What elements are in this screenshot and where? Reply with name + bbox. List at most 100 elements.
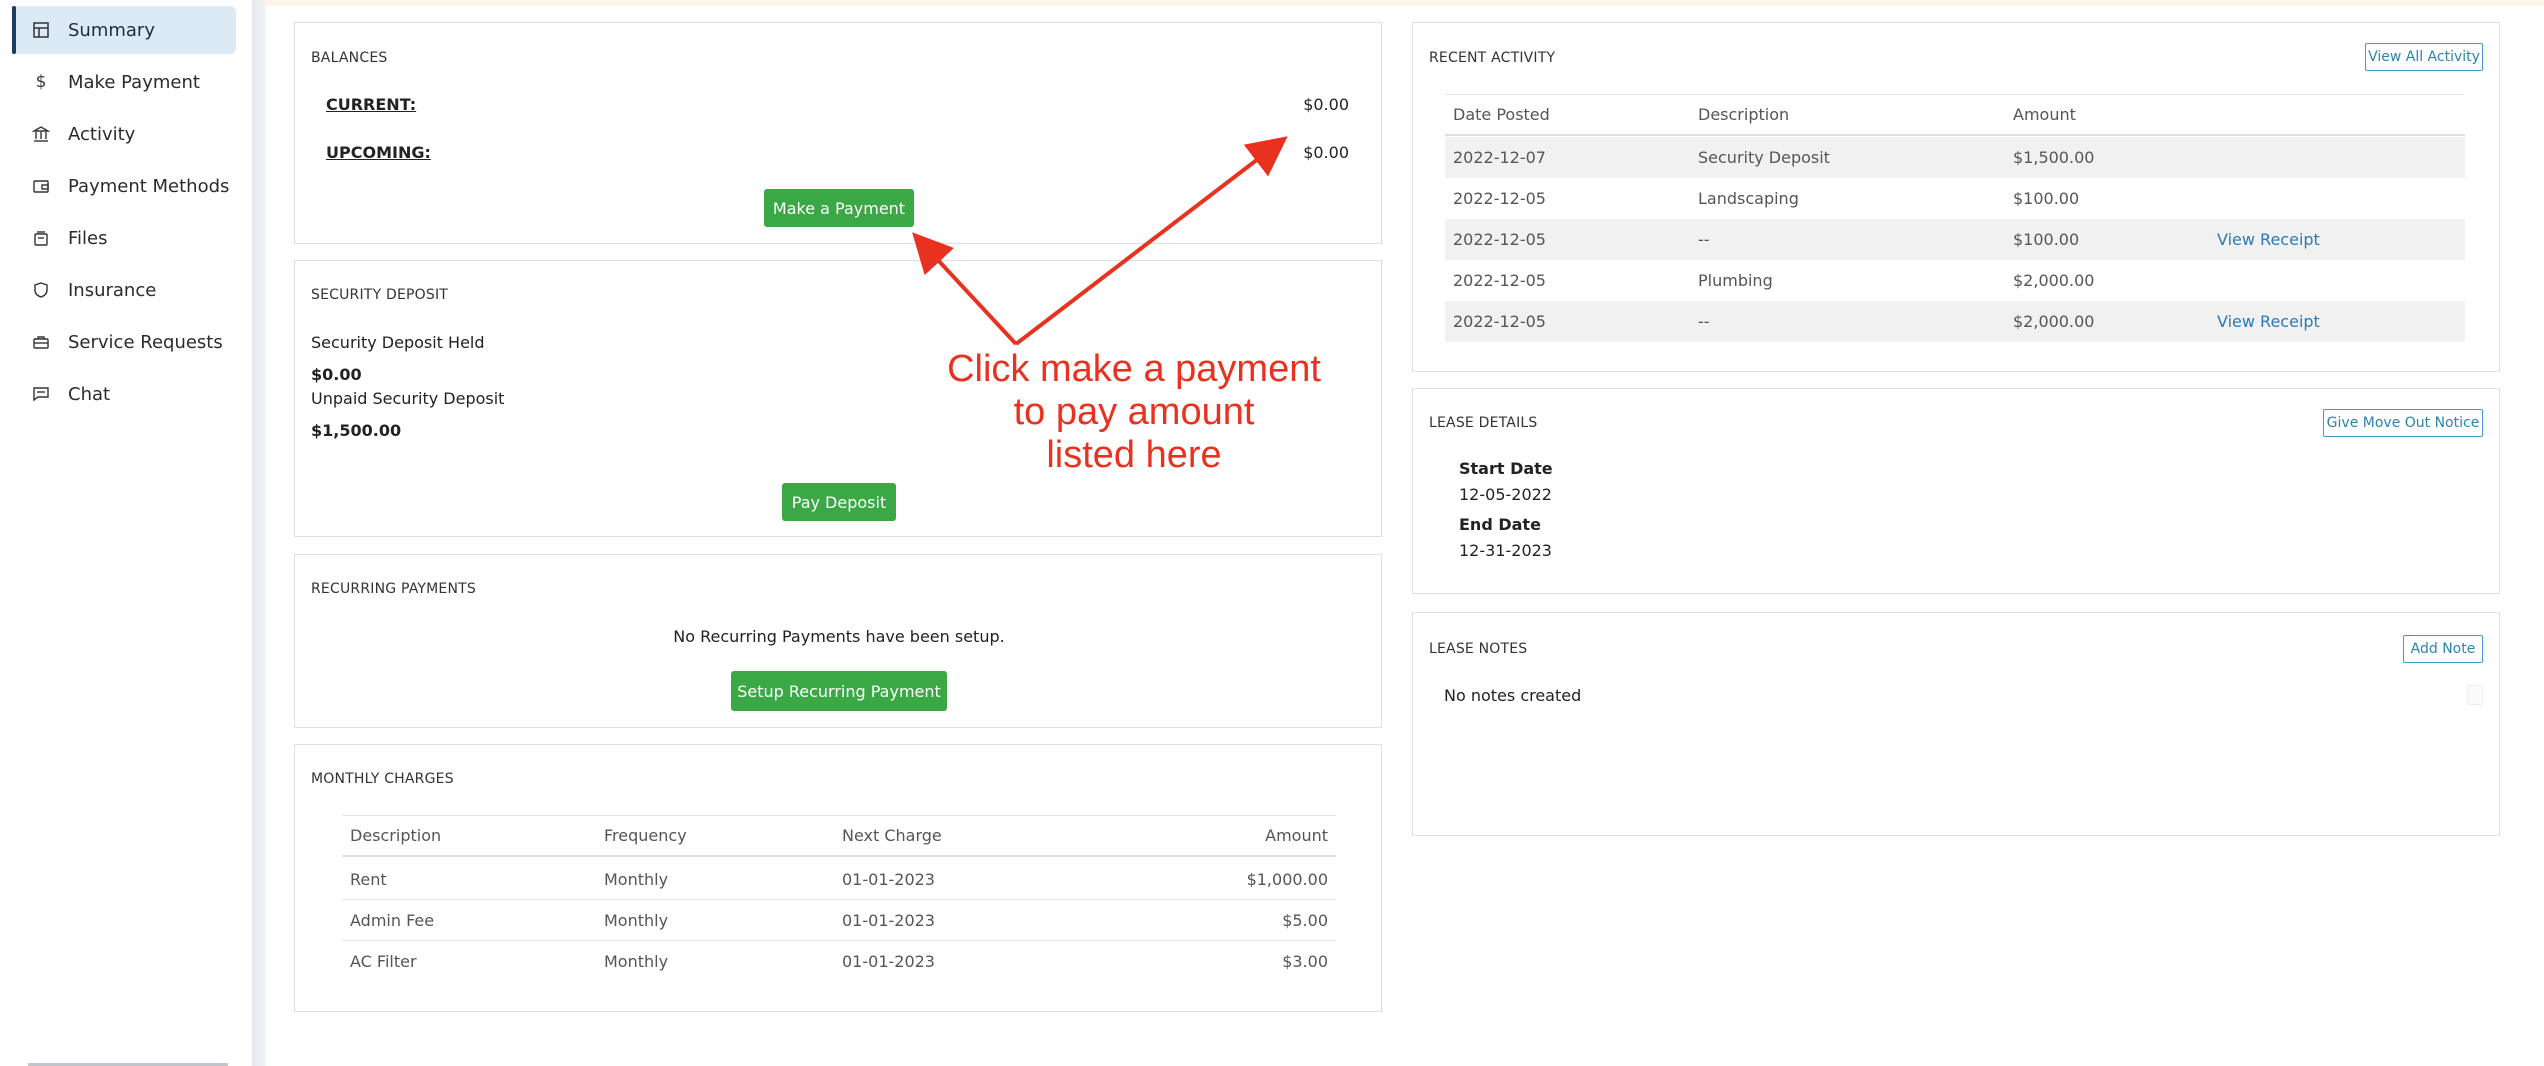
- monthly-charges-card: MONTHLY CHARGES Description Frequency Ne…: [294, 744, 1382, 1012]
- sidebar-item-files[interactable]: Files: [14, 214, 236, 262]
- table-cell: Security Deposit: [1698, 148, 1830, 167]
- sidebar-item-summary[interactable]: Summary: [12, 6, 236, 54]
- sidebar-divider: [252, 0, 266, 1066]
- column-header: Amount: [1265, 826, 1328, 845]
- deposit-held-value: $0.00: [311, 365, 362, 384]
- table-cell: $1,500.00: [2013, 148, 2095, 167]
- sidebar-item-label: Make Payment: [68, 71, 200, 93]
- lease-notes-title: LEASE NOTES: [1429, 641, 1528, 657]
- annotation-line: listed here: [1046, 434, 1222, 476]
- main-content: BALANCES CURRENT: $0.00 UPCOMING: $0.00 …: [266, 0, 2544, 1066]
- table-row: 2022-12-07 Security Deposit $1,500.00: [1445, 137, 2465, 178]
- balances-title: BALANCES: [311, 50, 388, 66]
- start-date-label: Start Date: [1459, 459, 1553, 478]
- sidebar-item-label: Service Requests: [68, 331, 223, 353]
- table-cell: Monthly: [604, 952, 669, 971]
- table-cell: 2022-12-05: [1453, 271, 1546, 290]
- column-header: Next Charge: [842, 826, 942, 845]
- table-cell: $5.00: [1282, 910, 1328, 930]
- setup-recurring-payment-button[interactable]: Setup Recurring Payment: [731, 671, 947, 711]
- table-cell: Rent: [350, 869, 387, 889]
- view-all-activity-button[interactable]: View All Activity: [2365, 43, 2483, 71]
- table-cell: AC Filter: [350, 952, 417, 971]
- sidebar-item-label: Chat: [68, 383, 111, 405]
- top-banner-strip: [266, 0, 2544, 6]
- add-note-button[interactable]: Add Note: [2403, 635, 2483, 663]
- unpaid-deposit-label: Unpaid Security Deposit: [311, 389, 505, 408]
- annotation-line: to pay amount: [1013, 391, 1255, 433]
- sidebar-item-label: Activity: [68, 123, 136, 145]
- lease-details-card: LEASE DETAILS Give Move Out Notice Start…: [1412, 388, 2500, 594]
- recurring-payments-card: RECURRING PAYMENTS No Recurring Payments…: [294, 554, 1382, 728]
- sidebar: Summary $ Make Payment Activity Payment …: [0, 0, 252, 1066]
- sidebar-item-service-requests[interactable]: Service Requests: [14, 318, 236, 366]
- notes-scroll-handle: [2467, 685, 2483, 705]
- table-cell: $3.00: [1282, 952, 1328, 971]
- sidebar-item-label: Files: [68, 227, 108, 249]
- chat-icon: [30, 383, 52, 405]
- table-cell: $1,000.00: [1246, 869, 1328, 889]
- deposit-held-label: Security Deposit Held: [311, 333, 485, 352]
- sidebar-item-activity[interactable]: Activity: [14, 110, 236, 158]
- table-row: AC Filter Monthly 01-01-2023 $3.00: [342, 941, 1336, 982]
- lease-details-title: LEASE DETAILS: [1429, 415, 1538, 431]
- recent-activity-header-row: Date Posted Description Amount: [1445, 95, 2465, 136]
- monthly-charges-header-row: Description Frequency Next Charge Amount: [342, 816, 1336, 857]
- table-cell: 2022-12-05: [1453, 312, 1546, 331]
- column-header: Description: [1698, 105, 1790, 124]
- recurring-payments-title: RECURRING PAYMENTS: [311, 581, 476, 597]
- sidebar-item-chat[interactable]: Chat: [14, 370, 236, 418]
- view-receipt-link[interactable]: View Receipt: [2217, 312, 2320, 331]
- security-deposit-title: SECURITY DEPOSIT: [311, 287, 449, 303]
- table-row: 2022-12-05 -- $2,000.00 View Receipt: [1445, 301, 2465, 342]
- monthly-charges-title: MONTHLY CHARGES: [311, 771, 454, 787]
- table-cell: $2,000.00: [2013, 312, 2095, 331]
- sidebar-item-make-payment[interactable]: $ Make Payment: [14, 58, 236, 106]
- shield-icon: [30, 279, 52, 301]
- table-cell: 2022-12-05: [1453, 230, 1546, 249]
- no-notes-message: No notes created: [1444, 686, 1582, 705]
- recent-activity-card: RECENT ACTIVITY View All Activity Date P…: [1412, 22, 2500, 372]
- make-payment-button[interactable]: Make a Payment: [764, 189, 914, 227]
- sidebar-item-payment-methods[interactable]: Payment Methods: [14, 162, 236, 210]
- column-header: Description: [350, 826, 442, 845]
- sidebar-item-label: Insurance: [68, 279, 157, 301]
- view-receipt-link[interactable]: View Receipt: [2217, 230, 2320, 249]
- table-cell: 2022-12-07: [1453, 148, 1546, 167]
- table-cell: 2022-12-05: [1453, 189, 1546, 208]
- current-label: CURRENT:: [326, 95, 417, 114]
- table-row: 2022-12-05 Landscaping $100.00: [1445, 178, 2465, 219]
- upcoming-value: $0.00: [1303, 143, 1349, 162]
- column-header: Date Posted: [1453, 105, 1550, 124]
- wallet-icon: [30, 175, 52, 197]
- end-date-value: 12-31-2023: [1459, 541, 1552, 560]
- unpaid-deposit-value: $1,500.00: [311, 421, 402, 440]
- table-cell: $100.00: [2013, 230, 2080, 249]
- table-cell: Admin Fee: [350, 910, 435, 930]
- column-header: Frequency: [604, 826, 687, 845]
- layout-icon: [30, 19, 52, 41]
- sidebar-item-label: Payment Methods: [68, 175, 230, 197]
- table-cell: --: [1698, 230, 1710, 249]
- annotation-line: Click make a payment: [947, 348, 1321, 390]
- sidebar-item-label: Summary: [68, 19, 155, 41]
- table-cell: 01-01-2023: [842, 952, 935, 971]
- give-move-out-notice-button[interactable]: Give Move Out Notice: [2323, 409, 2483, 437]
- table-cell: Monthly: [604, 869, 669, 889]
- upcoming-label: UPCOMING:: [326, 143, 431, 162]
- table-cell: 01-01-2023: [842, 910, 935, 930]
- balances-card: BALANCES CURRENT: $0.00 UPCOMING: $0.00 …: [294, 22, 1382, 244]
- table-row: 2022-12-05 -- $100.00 View Receipt: [1445, 219, 2465, 260]
- pay-deposit-button[interactable]: Pay Deposit: [782, 483, 896, 521]
- end-date-label: End Date: [1459, 515, 1541, 534]
- table-cell: $100.00: [2013, 189, 2080, 208]
- table-cell: --: [1698, 312, 1710, 331]
- sidebar-item-insurance[interactable]: Insurance: [14, 266, 236, 314]
- table-cell: Plumbing: [1698, 271, 1773, 290]
- table-cell: Monthly: [604, 910, 669, 930]
- table-row: 2022-12-05 Plumbing $2,000.00: [1445, 260, 2465, 301]
- no-recurring-message: No Recurring Payments have been setup.: [673, 627, 1005, 646]
- bank-icon: [30, 123, 52, 145]
- table-cell: 01-01-2023: [842, 869, 935, 889]
- table-cell: Landscaping: [1698, 189, 1799, 208]
